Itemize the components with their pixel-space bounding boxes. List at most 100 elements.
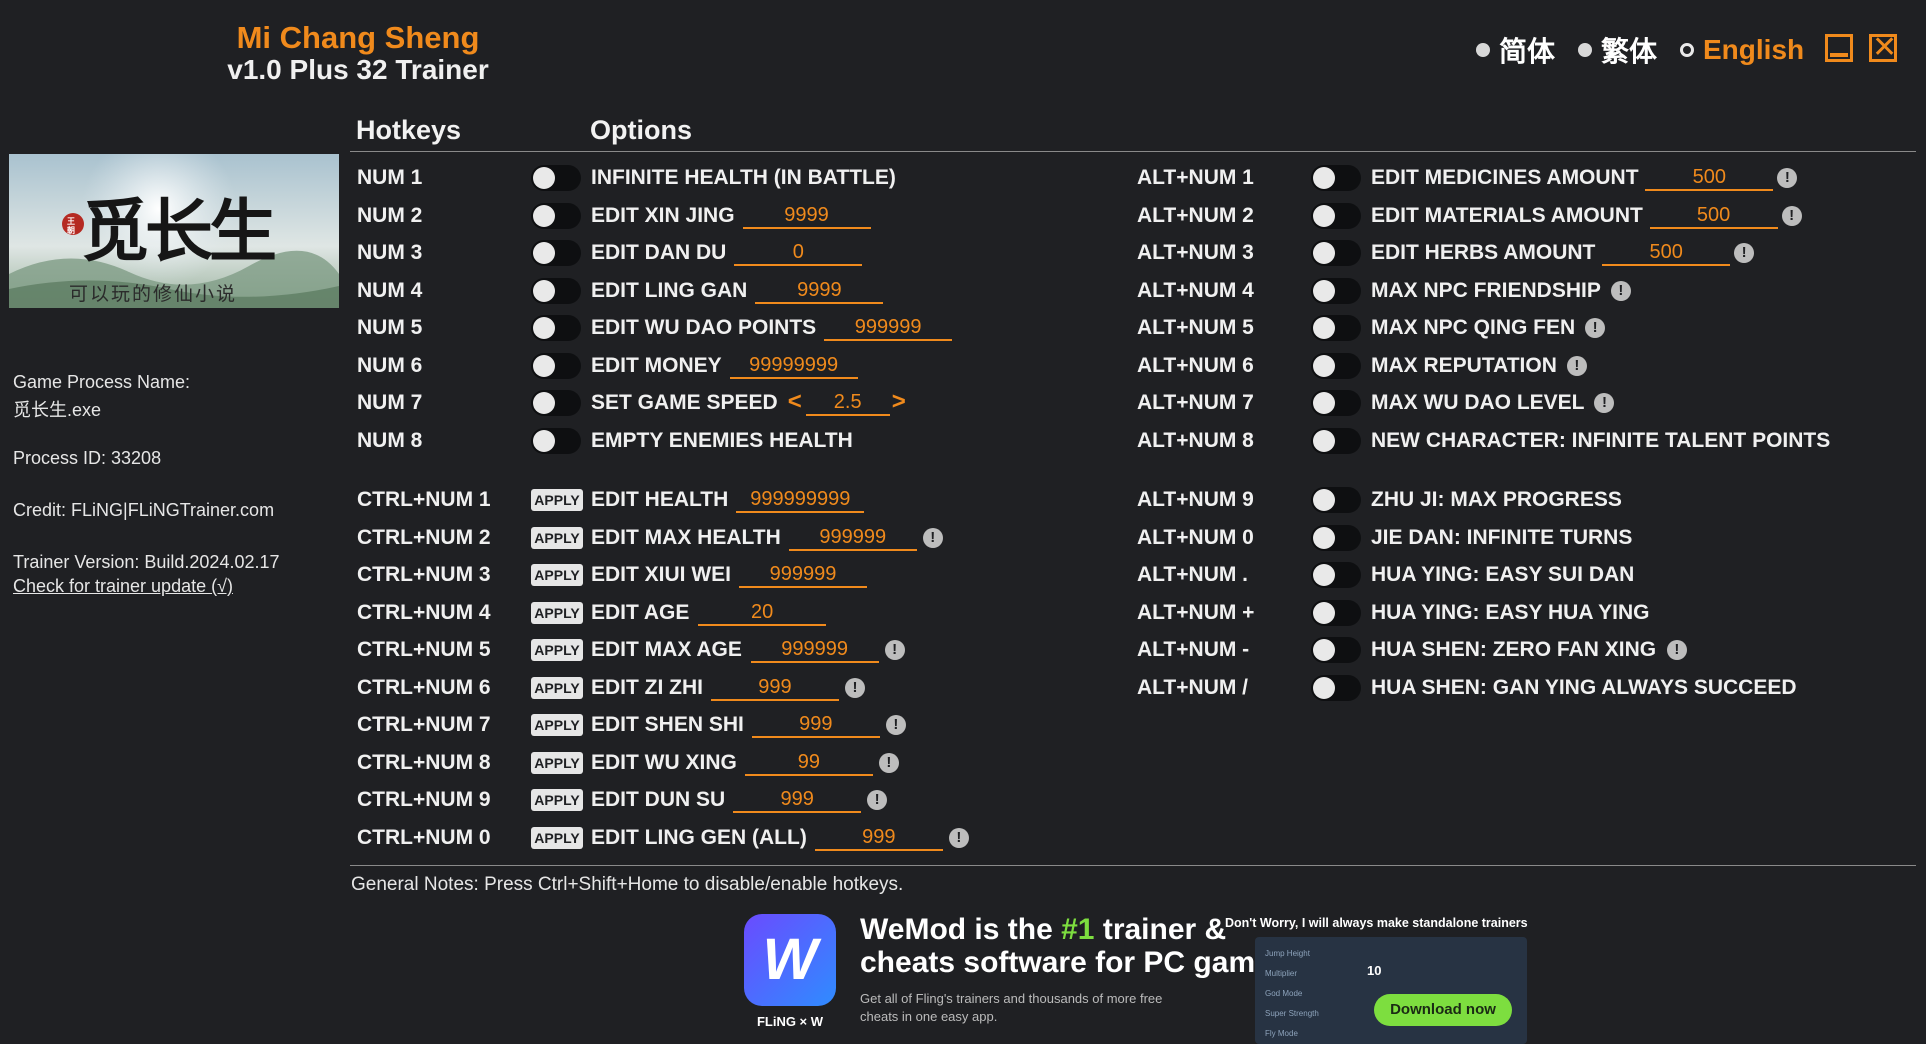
value-input[interactable]: 999999999 xyxy=(736,487,865,513)
info-icon[interactable]: ! xyxy=(1777,168,1798,188)
toggle-switch[interactable] xyxy=(1311,315,1361,341)
option-label: HUA YING: EASY HUA YING xyxy=(1371,601,1650,624)
apply-button[interactable]: APPLY xyxy=(531,639,583,661)
apply-button[interactable]: APPLY xyxy=(531,789,583,811)
apply-button[interactable]: APPLY xyxy=(531,564,583,586)
radio-selected-icon xyxy=(1680,43,1694,57)
value-input[interactable]: 500 xyxy=(1649,203,1778,229)
hotkey-label: NUM 1 xyxy=(357,166,423,189)
toggle-switch[interactable] xyxy=(1311,353,1361,379)
apply-button[interactable]: APPLY xyxy=(531,602,583,624)
toggle-switch[interactable] xyxy=(531,428,581,454)
option-label: EDIT DAN DU xyxy=(591,241,727,264)
hotkey-label: ALT+NUM / xyxy=(1137,676,1249,699)
apply-button[interactable]: APPLY xyxy=(531,489,583,511)
language-english[interactable]: English xyxy=(1680,34,1804,66)
preview-value: 10 xyxy=(1367,963,1382,978)
value-input[interactable]: 999 xyxy=(710,675,839,701)
hotkey-label: CTRL+NUM 6 xyxy=(357,676,491,699)
info-icon[interactable]: ! xyxy=(1734,243,1755,263)
value-input[interactable]: 999999 xyxy=(788,525,917,551)
minimize-icon[interactable] xyxy=(1825,34,1853,62)
toggle-switch[interactable] xyxy=(531,165,581,191)
option-label: MAX REPUTATION xyxy=(1371,354,1557,377)
general-notes: General Notes: Press Ctrl+Shift+Home to … xyxy=(351,874,904,895)
info-icon[interactable]: ! xyxy=(885,715,906,735)
hotkey-label: ALT+NUM 5 xyxy=(1137,316,1254,339)
info-icon[interactable]: ! xyxy=(1666,640,1687,660)
apply-button[interactable]: APPLY xyxy=(531,714,583,736)
value-input[interactable]: 99 xyxy=(744,750,873,776)
toggle-switch[interactable] xyxy=(1311,600,1361,626)
toggle-switch[interactable] xyxy=(1311,278,1361,304)
info-icon[interactable]: ! xyxy=(922,528,943,548)
decrease-arrow-icon[interactable]: < xyxy=(788,388,802,416)
toggle-switch[interactable] xyxy=(531,315,581,341)
value-input[interactable]: 2.5 xyxy=(805,390,890,416)
value-input[interactable]: 999999 xyxy=(750,637,879,663)
toggle-switch[interactable] xyxy=(531,203,581,229)
toggle-switch[interactable] xyxy=(531,278,581,304)
toggle-switch[interactable] xyxy=(1311,637,1361,663)
apply-button[interactable]: APPLY xyxy=(531,527,583,549)
option-label: NEW CHARACTER: INFINITE TALENT POINTS xyxy=(1371,429,1831,452)
increase-arrow-icon[interactable]: > xyxy=(892,388,906,416)
value-input[interactable]: 999 xyxy=(733,787,862,813)
info-icon[interactable]: ! xyxy=(1585,318,1606,338)
toggle-switch[interactable] xyxy=(1311,240,1361,266)
value-input[interactable]: 0 xyxy=(734,240,863,266)
option-label: ZHU JI: MAX PROGRESS xyxy=(1371,488,1622,511)
info-icon[interactable]: ! xyxy=(1566,356,1587,376)
info-icon[interactable]: ! xyxy=(1610,281,1631,301)
value-input[interactable]: 9999 xyxy=(755,278,884,304)
value-input[interactable]: 999999 xyxy=(739,562,867,588)
value-input[interactable]: 999999 xyxy=(824,315,953,341)
trainer-title: v1.0 Plus 32 Trainer xyxy=(227,54,489,85)
hotkey-label: CTRL+NUM 0 xyxy=(357,826,491,849)
toggle-switch[interactable] xyxy=(531,240,581,266)
info-icon[interactable]: ! xyxy=(948,828,969,848)
language-simplified-chinese[interactable]: 简体 xyxy=(1476,34,1555,67)
value-input[interactable]: 500 xyxy=(1645,165,1774,191)
close-icon[interactable]: ✕ xyxy=(1869,33,1897,63)
option-label: EDIT HEALTH xyxy=(591,488,729,511)
toggle-switch[interactable] xyxy=(1311,525,1361,551)
language-traditional-chinese[interactable]: 繁体 xyxy=(1578,34,1657,67)
check-update-link[interactable]: Check for trainer update (√) xyxy=(13,576,233,597)
value-input[interactable]: 999 xyxy=(751,712,880,738)
process-name: 觅长生.exe xyxy=(13,400,102,420)
toggle-switch[interactable] xyxy=(1311,675,1361,701)
option-label: EDIT LING GAN xyxy=(591,279,748,302)
value-input[interactable]: 9999 xyxy=(742,203,871,229)
hotkey-label: CTRL+NUM 1 xyxy=(357,488,491,511)
value-input[interactable]: 500 xyxy=(1602,240,1731,266)
value-input[interactable]: 20 xyxy=(698,600,827,626)
option-label: HUA SHEN: ZERO FAN XING xyxy=(1371,638,1657,661)
toggle-switch[interactable] xyxy=(1311,428,1361,454)
info-icon[interactable]: ! xyxy=(1594,393,1615,413)
toggle-switch[interactable] xyxy=(531,353,581,379)
toggle-switch[interactable] xyxy=(1311,203,1361,229)
toggle-switch[interactable] xyxy=(1311,165,1361,191)
info-icon[interactable]: ! xyxy=(878,753,899,773)
language-label: English xyxy=(1703,34,1805,65)
info-icon[interactable]: ! xyxy=(1781,206,1802,226)
apply-button[interactable]: APPLY xyxy=(531,677,583,699)
toggle-switch[interactable] xyxy=(531,390,581,416)
value-input[interactable]: 99999999 xyxy=(729,353,858,379)
cover-seal: 王朝 xyxy=(67,217,75,235)
value-input[interactable]: 999 xyxy=(814,825,943,851)
process-name-label: Game Process Name: xyxy=(13,372,191,392)
option-label: EDIT MAX AGE xyxy=(591,638,742,661)
info-icon[interactable]: ! xyxy=(844,678,865,698)
apply-button[interactable]: APPLY xyxy=(531,752,583,774)
toggle-switch[interactable] xyxy=(1311,390,1361,416)
option-label: MAX WU DAO LEVEL xyxy=(1371,391,1585,414)
info-icon[interactable]: ! xyxy=(884,640,905,660)
download-now-button[interactable]: Download now xyxy=(1374,994,1512,1026)
apply-button[interactable]: APPLY xyxy=(531,827,583,849)
toggle-switch[interactable] xyxy=(1311,487,1361,513)
toggle-switch[interactable] xyxy=(1311,562,1361,588)
hotkey-label: ALT+NUM . xyxy=(1137,563,1249,586)
info-icon[interactable]: ! xyxy=(867,790,888,810)
